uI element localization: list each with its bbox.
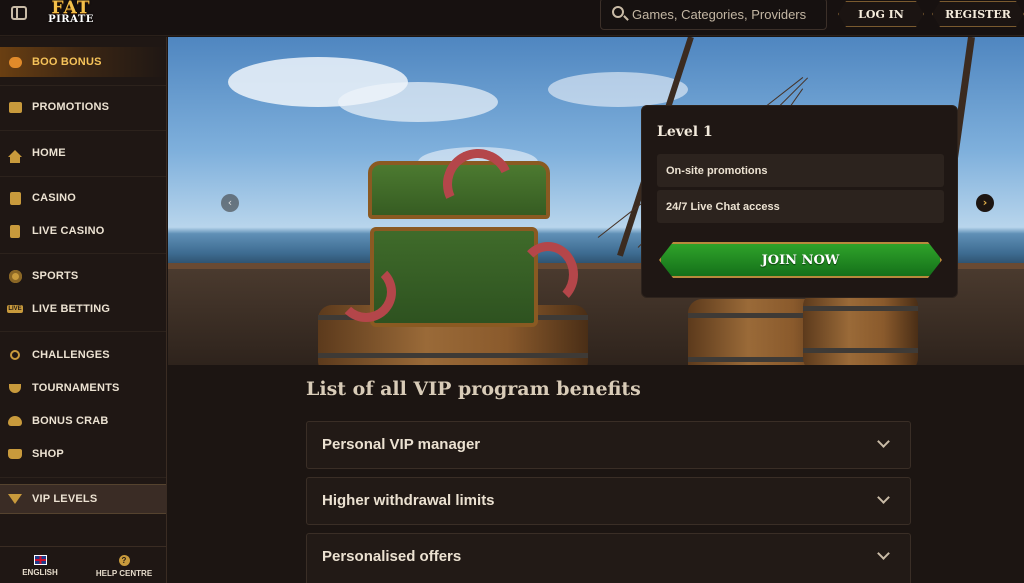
sidebar-item-label: HOME [32, 147, 66, 159]
sidebar-item-challenges[interactable]: CHALLENGES [0, 340, 166, 370]
benefit-accordion-item[interactable]: Higher withdrawal limits [306, 477, 911, 525]
chevron-down-icon [877, 547, 890, 560]
search-icon [612, 6, 624, 18]
sidebar-divider [0, 253, 166, 254]
level-title: Level 1 [657, 124, 713, 140]
home-icon [8, 146, 22, 163]
sidebar-item-vip-levels[interactable]: VIP LEVELS [0, 484, 166, 514]
chest-icon [8, 100, 22, 114]
sidebar-divider [0, 85, 166, 86]
benefit-accordion-item[interactable]: Personal VIP manager [306, 421, 911, 469]
medal-icon [8, 348, 22, 362]
basket-icon [8, 447, 22, 461]
help-icon: ? [118, 555, 130, 566]
search-box[interactable] [600, 0, 827, 30]
help-centre-link[interactable]: ? HELP CENTRE [84, 555, 164, 578]
sidebar-item-live-casino[interactable]: LIVE CASINO [0, 216, 166, 246]
tentacle [518, 242, 578, 307]
sidebar-item-label: BONUS CRAB [32, 415, 109, 427]
sidebar-item-boo-bonus[interactable]: BOO BONUS [0, 47, 166, 77]
tentacle [336, 262, 396, 322]
sidebar-item-promotions[interactable]: PROMOTIONS [0, 92, 166, 122]
top-bar: FAT PIRATE LOG IN REGISTER [0, 0, 1024, 36]
carousel-prev-button[interactable]: ‹ [221, 194, 239, 212]
benefit-accordion-item[interactable]: Personalised offers [306, 533, 911, 583]
carousel-next-button[interactable]: › [976, 194, 994, 212]
cloud [338, 82, 498, 122]
barrel [803, 292, 918, 365]
live-icon: LIVE [7, 305, 23, 313]
language-selector[interactable]: ENGLISH [0, 555, 80, 577]
sidebar: BOO BONUS PROMOTIONS HOME CASINO LIVE CA… [0, 37, 167, 583]
treasure-chest [370, 227, 538, 327]
sidebar-item-live-betting[interactable]: LIVE LIVE BETTING [0, 294, 166, 324]
sidebar-divider [0, 331, 166, 332]
help-centre-label: HELP CENTRE [95, 569, 153, 578]
sidebar-item-home[interactable]: HOME [0, 138, 166, 168]
chevron-down-icon [877, 491, 890, 504]
sidebar-footer: ENGLISH ? HELP CENTRE [0, 546, 166, 583]
sidebar-item-label: TOURNAMENTS [32, 382, 120, 394]
register-button[interactable]: REGISTER [932, 1, 1024, 27]
benefits-title: List of all VIP program benefits [306, 378, 641, 400]
search-input[interactable] [632, 3, 817, 25]
sidebar-item-label: SHOP [32, 448, 64, 460]
sidebar-item-bonus-crab[interactable]: BONUS CRAB [0, 406, 166, 436]
sidebar-item-label: BOO BONUS [32, 56, 102, 68]
cards-icon [8, 224, 22, 238]
ball-icon [8, 269, 22, 283]
vip-level-card: Level 1 On-site promotions 24/7 Live Cha… [641, 105, 958, 298]
trophy-icon [8, 381, 22, 395]
crab-icon [8, 414, 22, 428]
sidebar-item-label: VIP LEVELS [32, 493, 98, 505]
sidebar-item-label: LIVE CASINO [32, 225, 105, 237]
sidebar-toggle-icon[interactable] [11, 6, 27, 20]
slot-icon [8, 191, 22, 205]
sidebar-divider [0, 477, 166, 478]
sidebar-item-label: LIVE BETTING [32, 303, 111, 315]
sidebar-item-label: CASINO [32, 192, 76, 204]
chevron-down-icon [877, 435, 890, 448]
sidebar-item-sports[interactable]: SPORTS [0, 261, 166, 291]
sidebar-item-tournaments[interactable]: TOURNAMENTS [0, 373, 166, 403]
benefit-label: Personalised offers [322, 548, 462, 565]
benefit-label: Higher withdrawal limits [322, 492, 495, 509]
level-perk: 24/7 Live Chat access [657, 190, 944, 223]
sidebar-divider [0, 176, 166, 177]
sidebar-item-label: SPORTS [32, 270, 79, 282]
sidebar-divider [0, 130, 166, 131]
sidebar-item-label: PROMOTIONS [32, 101, 110, 113]
pumpkin-icon [8, 55, 22, 69]
gem-icon [8, 492, 22, 506]
join-now-button[interactable]: JOIN NOW [659, 242, 942, 278]
sidebar-item-label: CHALLENGES [32, 349, 110, 361]
logo-text-bottom: PIRATE [48, 14, 94, 25]
sidebar-item-shop[interactable]: SHOP [0, 439, 166, 469]
benefit-label: Personal VIP manager [322, 436, 481, 453]
uk-flag-icon [33, 555, 47, 565]
level-perk: On-site promotions [657, 154, 944, 187]
site-logo[interactable]: FAT PIRATE [40, 0, 102, 28]
sidebar-item-casino[interactable]: CASINO [0, 183, 166, 213]
login-button[interactable]: LOG IN [838, 1, 924, 27]
language-label: ENGLISH [22, 568, 58, 577]
